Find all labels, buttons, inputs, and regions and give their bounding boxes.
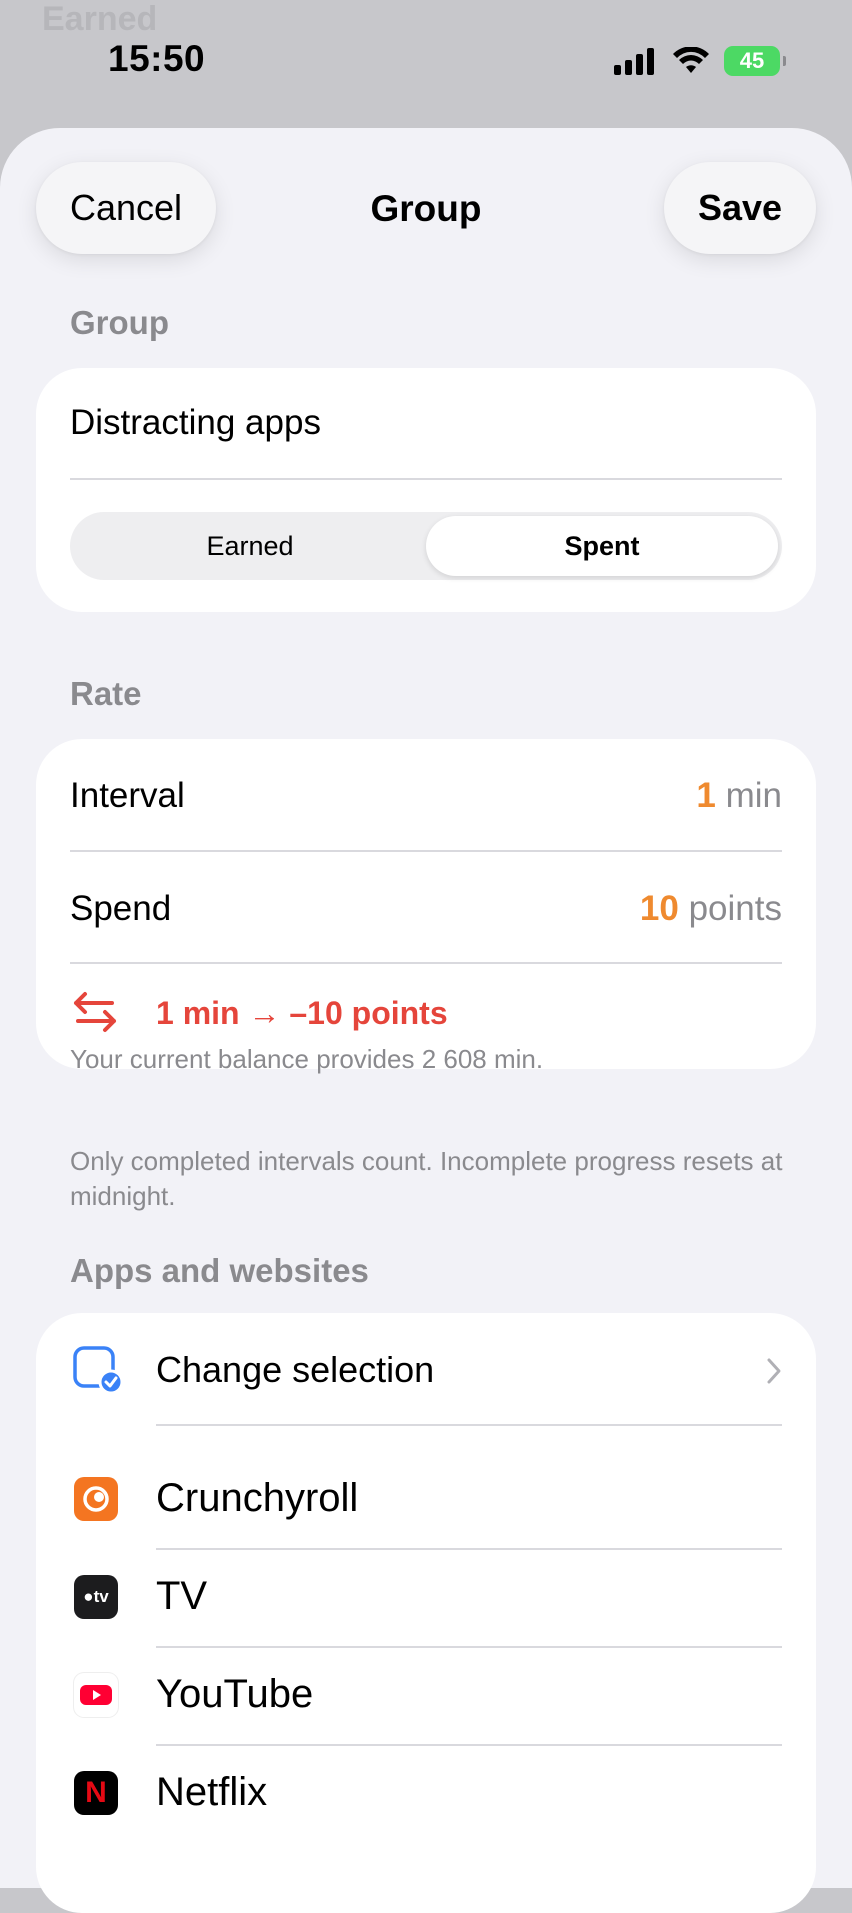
- rate-summary: 1 min → –10 points: [156, 995, 448, 1031]
- segment-earned[interactable]: Earned: [74, 516, 426, 576]
- rate-footnote: Only completed intervals count. Incomple…: [70, 1146, 783, 1211]
- group-name-value: Distracting apps: [70, 403, 321, 442]
- group-card: Distracting apps Earned Spent: [36, 368, 816, 612]
- group-name-field[interactable]: Distracting apps: [70, 398, 782, 448]
- rate-card: Interval 1 min Spend 10 points 1 min → –…: [36, 739, 816, 1074]
- divider: [156, 1424, 782, 1426]
- balance-note: Your current balance provides 2 608 min.: [70, 1044, 544, 1074]
- netflix-icon: N: [74, 1771, 118, 1815]
- app-selection-icon: [73, 1346, 122, 1395]
- earned-spent-segmented-control: Earned Spent: [70, 512, 782, 580]
- app-row-crunchyroll[interactable]: Crunchyroll: [36, 1451, 816, 1550]
- edit-group-sheet: Cancel Group Save Group Distracting apps…: [0, 128, 852, 1913]
- spend-row[interactable]: Spend 10 points: [70, 874, 782, 944]
- rate-section-header: Rate: [70, 675, 142, 712]
- app-row-tv[interactable]: ●tv TV: [36, 1549, 816, 1648]
- interval-unit: min: [725, 776, 782, 815]
- app-row-youtube[interactable]: YouTube: [36, 1647, 816, 1746]
- interval-value-group: 1 min: [696, 776, 782, 816]
- segment-spent[interactable]: Spent: [426, 516, 778, 576]
- apple-tv-icon: ●tv: [74, 1575, 118, 1619]
- app-name: Netflix: [156, 1770, 268, 1814]
- change-selection-label: Change selection: [156, 1349, 435, 1390]
- app-row-netflix[interactable]: N Netflix: [36, 1745, 816, 1843]
- spend-value-group: 10 points: [640, 889, 782, 929]
- exchange-arrows-icon: [74, 992, 116, 1032]
- app-name: Crunchyroll: [156, 1476, 359, 1520]
- apps-section-header: Apps and websites: [70, 1252, 369, 1289]
- app-name: YouTube: [156, 1672, 314, 1716]
- status-time: 15:50: [108, 38, 206, 79]
- interval-row[interactable]: Interval 1 min: [70, 761, 782, 831]
- divider: [70, 850, 782, 852]
- interval-value: 1: [696, 776, 716, 815]
- background-title: Earned: [42, 0, 158, 38]
- spend-unit: points: [688, 889, 782, 928]
- change-selection-row[interactable]: Change selection: [36, 1335, 816, 1405]
- chevron-right-icon: [767, 1358, 781, 1384]
- wifi-icon: [673, 47, 709, 73]
- spend-value: 10: [639, 889, 679, 928]
- group-section-header: Group: [70, 304, 169, 341]
- cellular-signal-icon: [614, 48, 654, 75]
- battery-level: 45: [739, 48, 765, 73]
- status-icons: 45: [614, 46, 786, 76]
- divider: [70, 962, 782, 964]
- app-name: TV: [156, 1574, 208, 1618]
- crunchyroll-icon: [74, 1477, 118, 1521]
- battery-icon: 45: [724, 46, 786, 76]
- youtube-icon: [74, 1673, 118, 1717]
- interval-label: Interval: [70, 776, 185, 815]
- divider: [70, 478, 782, 480]
- spend-label: Spend: [70, 889, 172, 928]
- save-button[interactable]: Save: [664, 162, 816, 254]
